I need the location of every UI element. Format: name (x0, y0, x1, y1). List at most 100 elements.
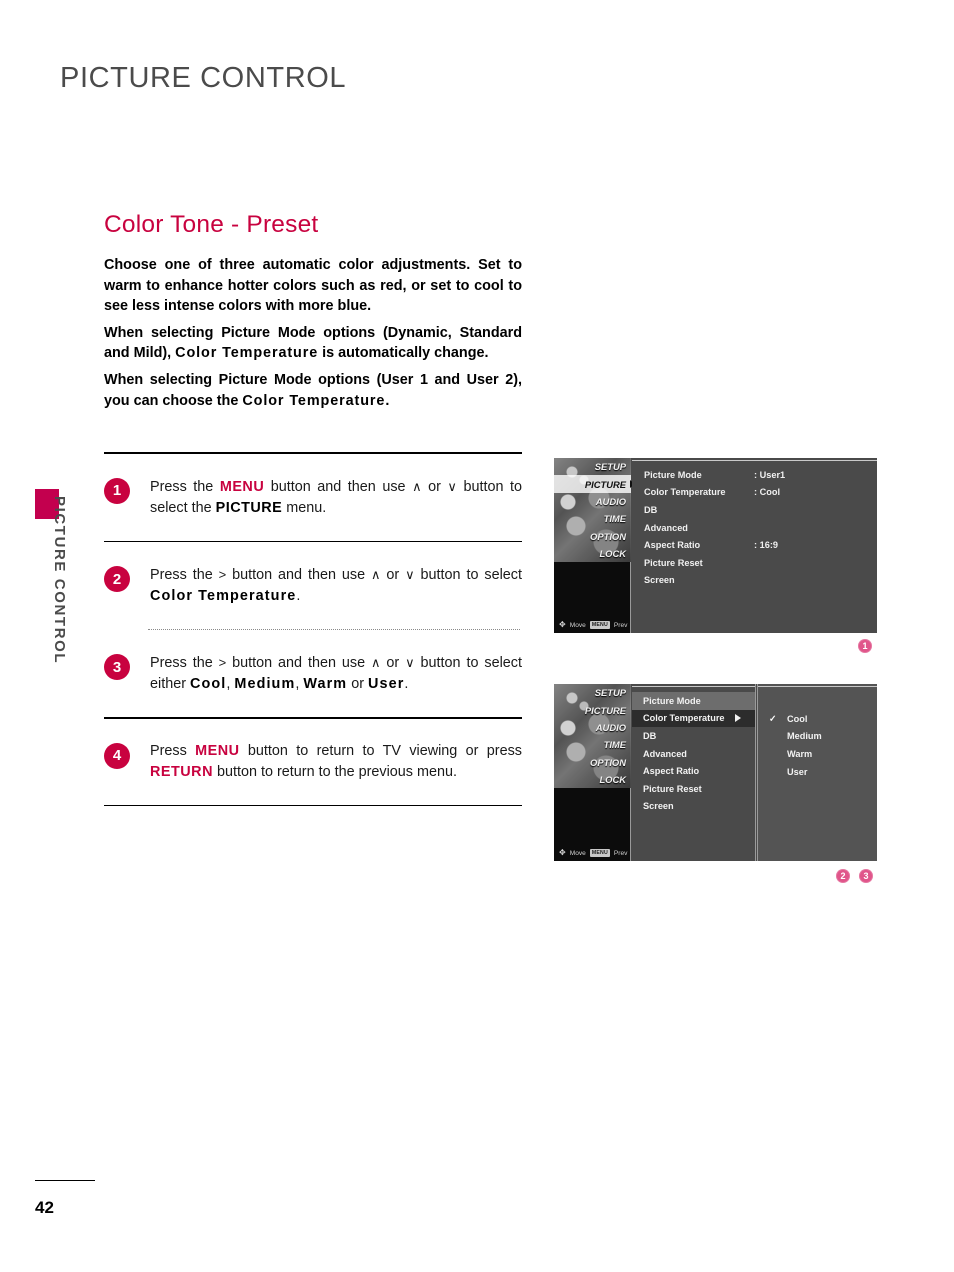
osd1-top-rule (632, 460, 877, 461)
osd2-footer-move-label: Move (569, 849, 586, 857)
step-4-return-keyword: RETURN (150, 763, 213, 780)
osd2-row-label-advanced: Advanced (643, 748, 687, 759)
osd1-row-db[interactable]: DB (632, 501, 877, 519)
osd2-row-aspect-ratio[interactable]: Aspect Ratio (632, 762, 755, 780)
step-1-t3: or (421, 478, 448, 495)
osd2-sidebar-item-time[interactable]: TIME (554, 736, 631, 753)
triangle-right-icon (735, 714, 741, 723)
osd1-row-label-db: DB (644, 504, 658, 515)
osd1-sidebar-item-audio[interactable]: AUDIO (554, 493, 631, 510)
page-title: PICTURE CONTROL (60, 62, 347, 94)
osd2-row-db[interactable]: DB (632, 727, 755, 745)
osd2-sidebar-label-time: TIME (603, 739, 626, 751)
osd2-submenu-top-rule (757, 686, 877, 687)
osd1-row-label-color-temperature: Color Temperature (644, 487, 726, 498)
divider-bottom (104, 804, 522, 807)
page-number: 42 (35, 1198, 54, 1217)
step-3-option-user: User (368, 676, 405, 693)
steps-block: 1 Press the MENU button and then use ∧ o… (104, 452, 522, 807)
step-3: 3 Press the > button and then use ∧ or ∨… (104, 652, 522, 695)
step-1: 1 Press the MENU button and then use ∧ o… (104, 476, 522, 519)
osd2-option-medium[interactable]: Medium (757, 728, 877, 746)
osd2-option-label-medium: Medium (787, 731, 822, 742)
osd1-row-value-aspect-ratio: : 16:9 (754, 540, 779, 551)
osd-screenshot-1: SETUP PICTURE AUDIO TIME OPTION LOCK ✥ M… (554, 458, 877, 633)
step-2-color-temperature-keyword: Color Temperature (150, 588, 297, 605)
osd2-row-picture-reset[interactable]: Picture Reset (632, 780, 755, 798)
intro-paragraph-1: Choose one of three automatic color adju… (104, 257, 522, 315)
osd2-option-cool[interactable]: ✓ Cool (757, 710, 877, 728)
osd1-sidebar-item-setup[interactable]: SETUP (554, 458, 631, 475)
osd1-sidebar-label-time: TIME (603, 513, 626, 525)
side-tab-label: PICTURE CONTROL (51, 496, 68, 665)
osd1-sidebar-label-option: OPTION (590, 530, 626, 542)
dpad-icon: ✥ (559, 620, 566, 629)
footer-divider (35, 1180, 95, 1182)
osd2-menu-column: Picture Mode Color Temperature DB Advanc… (632, 684, 756, 861)
step-2-text: Press the > button and then use ∧ or ∨ b… (150, 564, 522, 607)
osd2-footer-menu-chip: MENU (589, 849, 610, 857)
osd1-sidebar-label-setup: SETUP (594, 461, 626, 473)
osd2-sidebar-item-picture[interactable]: PICTURE (554, 701, 631, 718)
osd1-sidebar-label-picture: PICTURE (584, 478, 626, 490)
step-4-t2: button to return to TV viewing or press (239, 742, 522, 759)
osd1-row-label-picture-mode: Picture Mode (644, 469, 702, 480)
osd1-sidebar: SETUP PICTURE AUDIO TIME OPTION LOCK ✥ M… (554, 458, 635, 633)
osd2-footer-hints: ✥ Move MENU Prev (554, 849, 631, 857)
intro-p2-term: Color Temperature (175, 345, 319, 362)
step-3-sep3: or (347, 676, 368, 693)
intro-p3-term: Color Temperature (242, 392, 386, 409)
osd2-sidebar-item-option[interactable]: OPTION (554, 754, 631, 771)
osd2-row-advanced[interactable]: Advanced (632, 745, 755, 763)
osd2-sidebar-item-audio[interactable]: AUDIO (554, 719, 631, 736)
osd2-column-divider (757, 684, 758, 861)
osd1-row-value-picture-mode: : User1 (754, 469, 786, 480)
step-1-badge: 1 (104, 477, 130, 504)
chevron-down-icon: ∨ (447, 478, 457, 494)
callout-badge-1: 1 (858, 639, 872, 653)
step-2-t3: or (380, 567, 406, 584)
intro-paragraph-2: When selecting Picture Mode options (Dyn… (104, 323, 522, 364)
intro-paragraph-3: When selecting Picture Mode options (Use… (104, 370, 522, 411)
osd1-row-label-aspect-ratio: Aspect Ratio (644, 540, 701, 551)
step-4-t3: button to return to the previous menu. (212, 763, 457, 780)
osd2-sidebar-item-setup[interactable]: SETUP (554, 684, 631, 701)
step-2-t5: . (296, 588, 301, 605)
step-4-text: Press MENU button to return to TV viewin… (150, 741, 522, 783)
osd1-row-aspect-ratio[interactable]: Aspect Ratio : 16:9 (632, 536, 877, 554)
osd2-sidebar-label-lock: LOCK (599, 774, 626, 786)
osd2-menu-list: Picture Mode Color Temperature DB Advanc… (632, 692, 755, 815)
osd2-row-screen[interactable]: Screen (632, 798, 755, 816)
osd2-row-label-color-temperature: Color Temperature (643, 713, 725, 724)
osd1-row-color-temperature[interactable]: Color Temperature : Cool (632, 484, 877, 502)
osd2-row-label-screen: Screen (643, 801, 674, 812)
osd1-row-advanced[interactable]: Advanced (632, 519, 877, 537)
osd1-row-picture-reset[interactable]: Picture Reset (632, 554, 877, 572)
osd1-sidebar-item-time[interactable]: TIME (554, 510, 631, 527)
osd1-row-label-advanced: Advanced (644, 522, 688, 533)
step-4-t1: Press (150, 742, 196, 759)
chevron-down-icon: ∨ (405, 567, 415, 583)
osd1-sidebar-label-audio: AUDIO (595, 495, 626, 507)
osd1-row-label-picture-reset: Picture Reset (644, 557, 703, 568)
step-2-t1: Press the (150, 567, 219, 584)
osd1-row-picture-mode[interactable]: Picture Mode : User1 (632, 466, 877, 484)
osd2-row-color-temperature[interactable]: Color Temperature (632, 709, 755, 728)
osd1-row-screen[interactable]: Screen (632, 572, 877, 590)
osd2-option-user[interactable]: User (757, 763, 877, 781)
osd1-sidebar-item-lock[interactable]: LOCK (554, 545, 631, 562)
osd1-sidebar-label-lock: LOCK (599, 548, 626, 560)
osd2-option-warm[interactable]: Warm (757, 745, 877, 763)
osd1-row-value-color-temperature: : Cool (754, 487, 781, 498)
osd1-sidebar-item-picture[interactable]: PICTURE (554, 475, 635, 493)
osd2-row-picture-mode[interactable]: Picture Mode (632, 692, 755, 710)
osd2-sidebar-item-lock[interactable]: LOCK (554, 771, 631, 788)
osd1-sidebar-item-option[interactable]: OPTION (554, 528, 631, 545)
step-4: 4 Press MENU button to return to TV view… (104, 741, 522, 783)
osd1-main-panel: Picture Mode : User1 Color Temperature : C… (632, 458, 877, 633)
osd1-footer-move-label: Move (569, 621, 586, 629)
step-4-badge: 4 (104, 742, 130, 769)
osd2-sidebar-label-picture: PICTURE (584, 704, 626, 716)
osd2-row-label-picture-mode: Picture Mode (643, 695, 701, 706)
step-3-t1: Press the (150, 655, 219, 672)
